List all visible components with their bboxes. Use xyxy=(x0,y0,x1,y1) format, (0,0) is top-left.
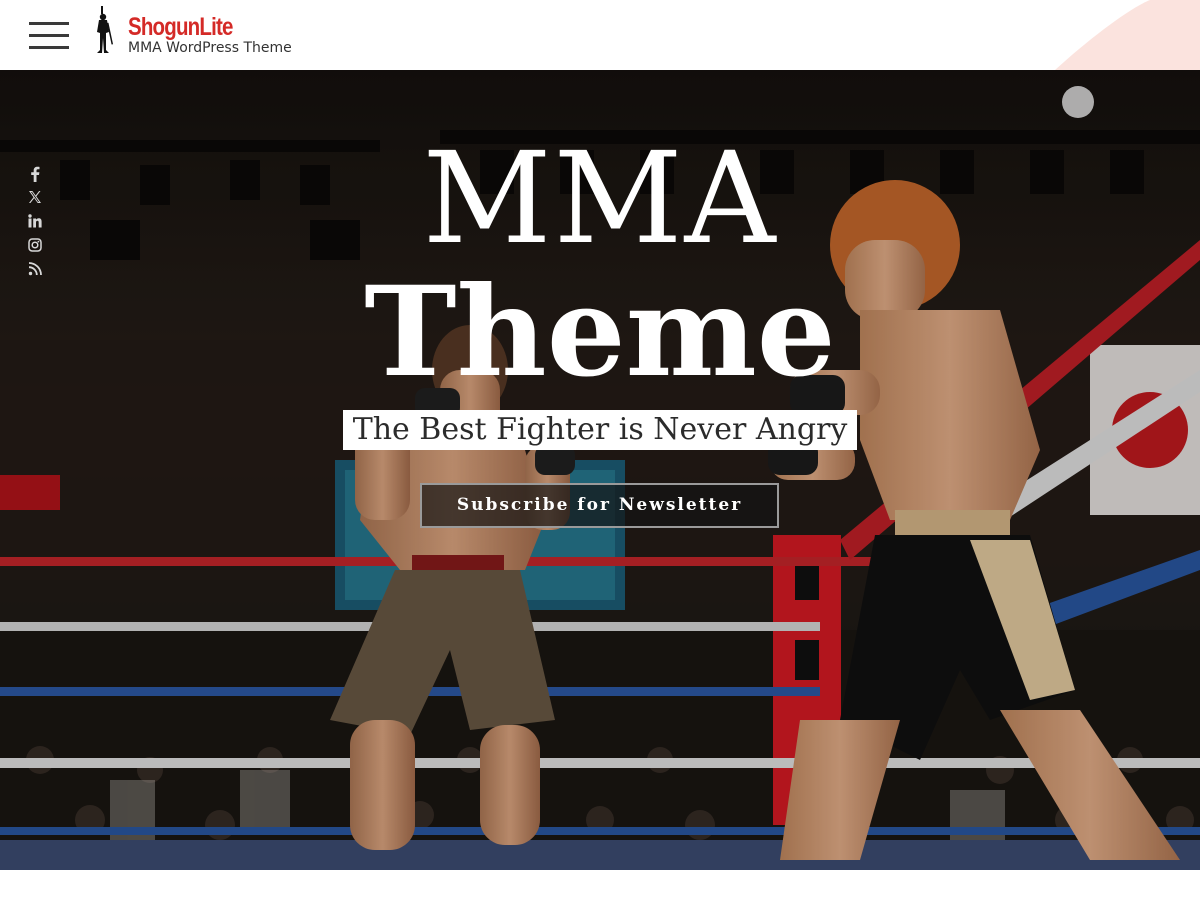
hero-title-line2: Theme xyxy=(364,260,836,405)
hamburger-icon[interactable] xyxy=(29,22,69,52)
x-twitter-icon[interactable] xyxy=(26,190,44,208)
social-links xyxy=(26,166,46,286)
linkedin-icon[interactable] xyxy=(26,214,44,232)
hero-section: MMA Theme The Best Fighter is Never Angr… xyxy=(0,70,1200,870)
header-decoration xyxy=(1050,0,1200,70)
hero-title: MMA Theme xyxy=(300,132,900,400)
site-title[interactable]: ShogunLite xyxy=(128,12,262,42)
hero-subtitle: The Best Fighter is Never Angry xyxy=(343,410,857,450)
facebook-icon[interactable] xyxy=(26,166,44,184)
samurai-silhouette-icon[interactable] xyxy=(92,6,114,54)
brand: ShogunLite MMA WordPress Theme xyxy=(128,12,292,57)
rss-icon[interactable] xyxy=(26,262,44,280)
site-header: ShogunLite MMA WordPress Theme xyxy=(0,0,1200,70)
hero-title-line1: MMA xyxy=(422,125,778,272)
subscribe-newsletter-button[interactable]: Subscribe for Newsletter xyxy=(420,483,779,528)
instagram-icon[interactable] xyxy=(26,238,44,256)
